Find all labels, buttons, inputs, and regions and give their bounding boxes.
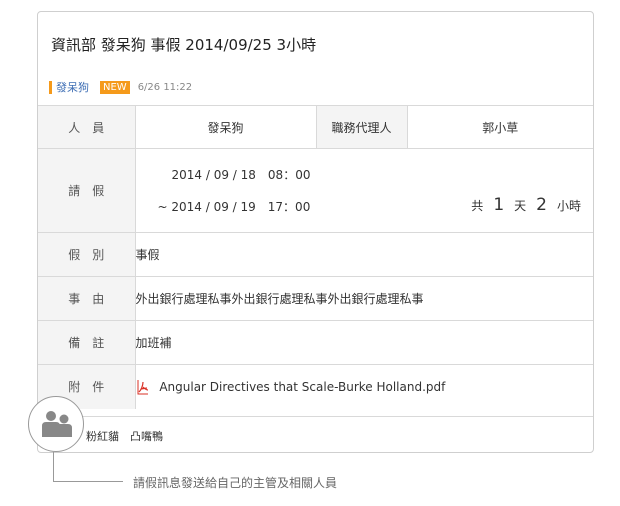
- reason-value: 外出銀行處理私事外出銀行處理私事外出銀行處理私事: [134, 276, 593, 321]
- author-accent-bar: [49, 80, 52, 94]
- attachment-cell: Angular Directives that Scale-Burke Holl…: [134, 364, 593, 409]
- post-datetime: 6/26 11:22: [137, 81, 193, 93]
- type-label: 假 別: [38, 232, 135, 277]
- agent-label: 職務代理人: [315, 105, 407, 149]
- author-link[interactable]: 發呆狗: [56, 79, 89, 95]
- leave-label: 請 假: [38, 148, 135, 233]
- post-title: 資訊部 發呆狗 事假 2014/09/25 3小時: [51, 36, 317, 54]
- attachment-link[interactable]: Angular Directives that Scale-Burke Holl…: [159, 380, 445, 394]
- person-row: 人 員 發呆狗 職務代理人 郭小草: [38, 105, 593, 149]
- recipients-list: 粉紅貓 凸嘴鴨: [86, 430, 163, 443]
- reason-row: 事 由 外出銀行處理私事外出銀行處理私事外出銀行處理私事: [38, 276, 593, 321]
- leave-form-table: 人 員 發呆狗 職務代理人 郭小草 請 假 2014 / 09 / 18 08：…: [38, 105, 593, 409]
- person-value: 發呆狗: [134, 105, 316, 149]
- callout-text: 請假訊息發送給自己的主管及相關人員: [133, 476, 338, 490]
- leave-request-card: 資訊部 發呆狗 事假 2014/09/25 3小時 發呆狗 NEW 6/26 1…: [37, 11, 594, 453]
- post-meta: 發呆狗 NEW 6/26 11:22: [49, 80, 192, 94]
- hours-unit: 小時: [556, 199, 581, 213]
- total-prefix: 共: [471, 199, 484, 213]
- type-value: 事假: [134, 232, 593, 277]
- agent-value: 郭小草: [406, 105, 593, 149]
- note-row: 備 註 加班補: [38, 320, 593, 365]
- leave-total: 共 1 天 2 小時: [471, 195, 581, 215]
- leave-start: 2014 / 09 / 18 08：00: [171, 168, 311, 182]
- leave-type-row: 假 別 事假: [38, 232, 593, 277]
- pdf-icon: [137, 379, 148, 395]
- new-badge: NEW: [100, 80, 130, 94]
- total-days: 1: [493, 195, 505, 215]
- recipients-avatar: [28, 396, 84, 452]
- total-hours: 2: [536, 195, 547, 215]
- reason-label: 事 由: [38, 276, 135, 321]
- leave-period-row: 請 假 2014 / 09 / 18 08：00 ~ 2014 / 09 / 1…: [38, 148, 593, 233]
- leave-end: ~ 2014 / 09 / 19 17：00: [157, 200, 311, 214]
- users-icon: [42, 411, 72, 437]
- recipients-row: 粉紅貓 凸嘴鴨: [38, 416, 593, 452]
- note-label: 備 註: [38, 320, 135, 365]
- callout-connector: [53, 452, 123, 482]
- leave-period-cell: 2014 / 09 / 18 08：00 ~ 2014 / 09 / 19 17…: [134, 148, 593, 233]
- note-value: 加班補: [134, 320, 593, 365]
- days-unit: 天: [514, 199, 527, 213]
- attachment-row: 附 件 Angular Directives that Scale-Burke …: [38, 364, 593, 409]
- person-label: 人 員: [38, 105, 135, 149]
